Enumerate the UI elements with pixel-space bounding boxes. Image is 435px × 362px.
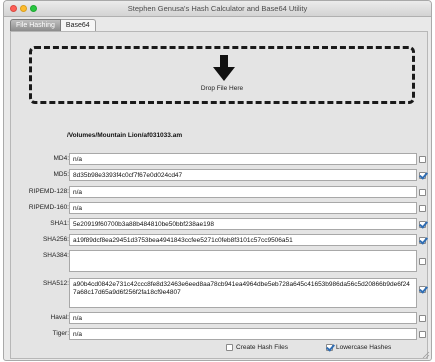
ripemd160-field[interactable]: n/a — [69, 202, 417, 214]
tab-file-hashing[interactable]: File Hashing — [10, 19, 61, 31]
hash-label: SHA384: — [42, 252, 69, 259]
sha384-checkbox[interactable] — [419, 258, 426, 265]
hash-label: Haval: — [50, 314, 69, 321]
sha256-checkbox[interactable] — [419, 237, 426, 244]
down-arrow-icon — [213, 55, 235, 81]
ripemd128-checkbox[interactable] — [419, 189, 426, 196]
lowercase-hashes-checkbox[interactable] — [326, 344, 333, 351]
sha1-field[interactable]: 5e20919f60700b3a88b484810be50bbf238ae198 — [69, 218, 417, 230]
sha1-checkbox[interactable] — [419, 221, 426, 228]
hash-label: MD4: — [53, 155, 69, 162]
resize-grip-icon[interactable] — [422, 351, 430, 359]
sha512-field[interactable]: a90b4cd0842e731c42ccc8fe8d32463e6eed8aa7… — [69, 278, 417, 308]
md4-field[interactable]: n/a — [69, 153, 417, 165]
lowercase-hashes-label: Lowercase Hashes — [336, 344, 392, 351]
lowercase-hashes-option[interactable]: Lowercase Hashes — [326, 344, 391, 351]
sha256-field[interactable]: a19f89dcf8ea29451d3753bea4941843ccfee527… — [69, 234, 417, 246]
tiger-checkbox[interactable] — [419, 331, 426, 338]
sha384-field[interactable] — [69, 250, 417, 272]
hash-label: SHA1: — [50, 220, 69, 227]
tab-base64[interactable]: Base64 — [60, 19, 96, 31]
selected-file-path: /Volumes/Mountain Lion/af031033.am — [67, 132, 183, 139]
ripemd160-checkbox[interactable] — [419, 205, 426, 212]
md5-field[interactable]: 8d35b98e3393f4c0cf7f67e0d024cd47 — [69, 169, 417, 181]
create-hash-files-label: Create Hash Files — [236, 344, 289, 351]
hash-label: SHA512: — [42, 280, 69, 287]
create-hash-files-option[interactable]: Create Hash Files — [226, 344, 288, 351]
drop-file-zone[interactable]: Drop File Here — [29, 46, 415, 104]
haval-field[interactable]: n/a — [69, 312, 417, 324]
ripemd128-field[interactable]: n/a — [69, 186, 417, 198]
tab-bar: File Hashing Base64 — [10, 19, 96, 31]
hash-label: MD5: — [53, 171, 69, 178]
sha512-checkbox[interactable] — [419, 286, 426, 293]
app-window: Stephen Genusa's Hash Calculator and Bas… — [3, 0, 432, 361]
hash-label: Tiger: — [52, 330, 69, 337]
hash-label: SHA256: — [42, 236, 69, 243]
md4-checkbox[interactable] — [419, 156, 426, 163]
window-title: Stephen Genusa's Hash Calculator and Bas… — [127, 4, 308, 13]
title-bar[interactable]: Stephen Genusa's Hash Calculator and Bas… — [4, 1, 431, 17]
hash-label: RIPEMD-128: — [28, 188, 69, 195]
md5-checkbox[interactable] — [419, 172, 426, 179]
hash-label: RIPEMD-160: — [28, 204, 69, 211]
create-hash-files-checkbox[interactable] — [226, 344, 233, 351]
file-hashing-panel: Drop File Here /Volumes/Mountain Lion/af… — [10, 31, 428, 359]
drop-file-label: Drop File Here — [200, 85, 244, 92]
tiger-field[interactable]: n/a — [69, 328, 417, 340]
haval-checkbox[interactable] — [419, 315, 426, 322]
